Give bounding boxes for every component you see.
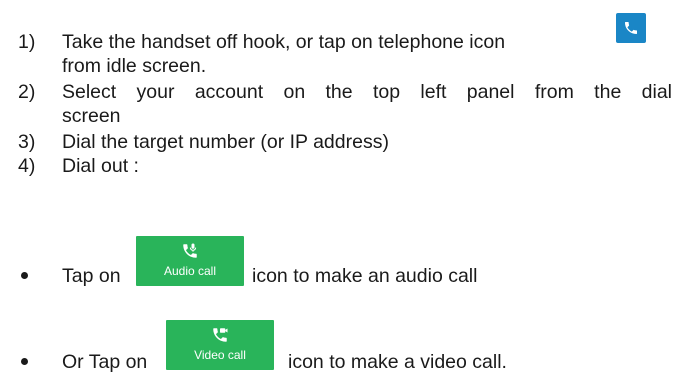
step-text-line1: Select your account on the top left pane…: [62, 81, 672, 103]
step-number: 2): [18, 81, 36, 103]
telephone-icon: [616, 13, 646, 43]
video-call-icon: [166, 326, 274, 344]
step-text-line1: Dial the target number (or IP address): [62, 131, 389, 153]
step-number: 3): [18, 131, 36, 153]
bullet-text-before: Tap on: [62, 265, 121, 287]
video-call-button[interactable]: Video call: [166, 320, 274, 370]
step-text-line1: Dial out :: [62, 155, 139, 177]
audio-call-label: Audio call: [163, 264, 217, 278]
bullet-dot: [21, 358, 28, 365]
audio-call-icon: [136, 242, 244, 260]
audio-call-button[interactable]: Audio call: [136, 236, 244, 286]
bullet-text-before: Or Tap on: [62, 351, 148, 373]
step-number: 4): [18, 155, 36, 177]
bullet-text-after: icon to make an audio call: [252, 265, 478, 287]
step-text-line2: from idle screen.: [62, 55, 207, 77]
telephone-glyph: [625, 22, 637, 34]
bullet-text-after: icon to make a video call.: [288, 351, 507, 373]
step-text-line2: screen: [62, 105, 121, 127]
bullet-dot: [21, 272, 28, 279]
video-call-label: Video call: [194, 348, 246, 362]
step-text-line1: Take the handset off hook, or tap on tel…: [62, 31, 506, 53]
step-number: 1): [18, 31, 36, 53]
